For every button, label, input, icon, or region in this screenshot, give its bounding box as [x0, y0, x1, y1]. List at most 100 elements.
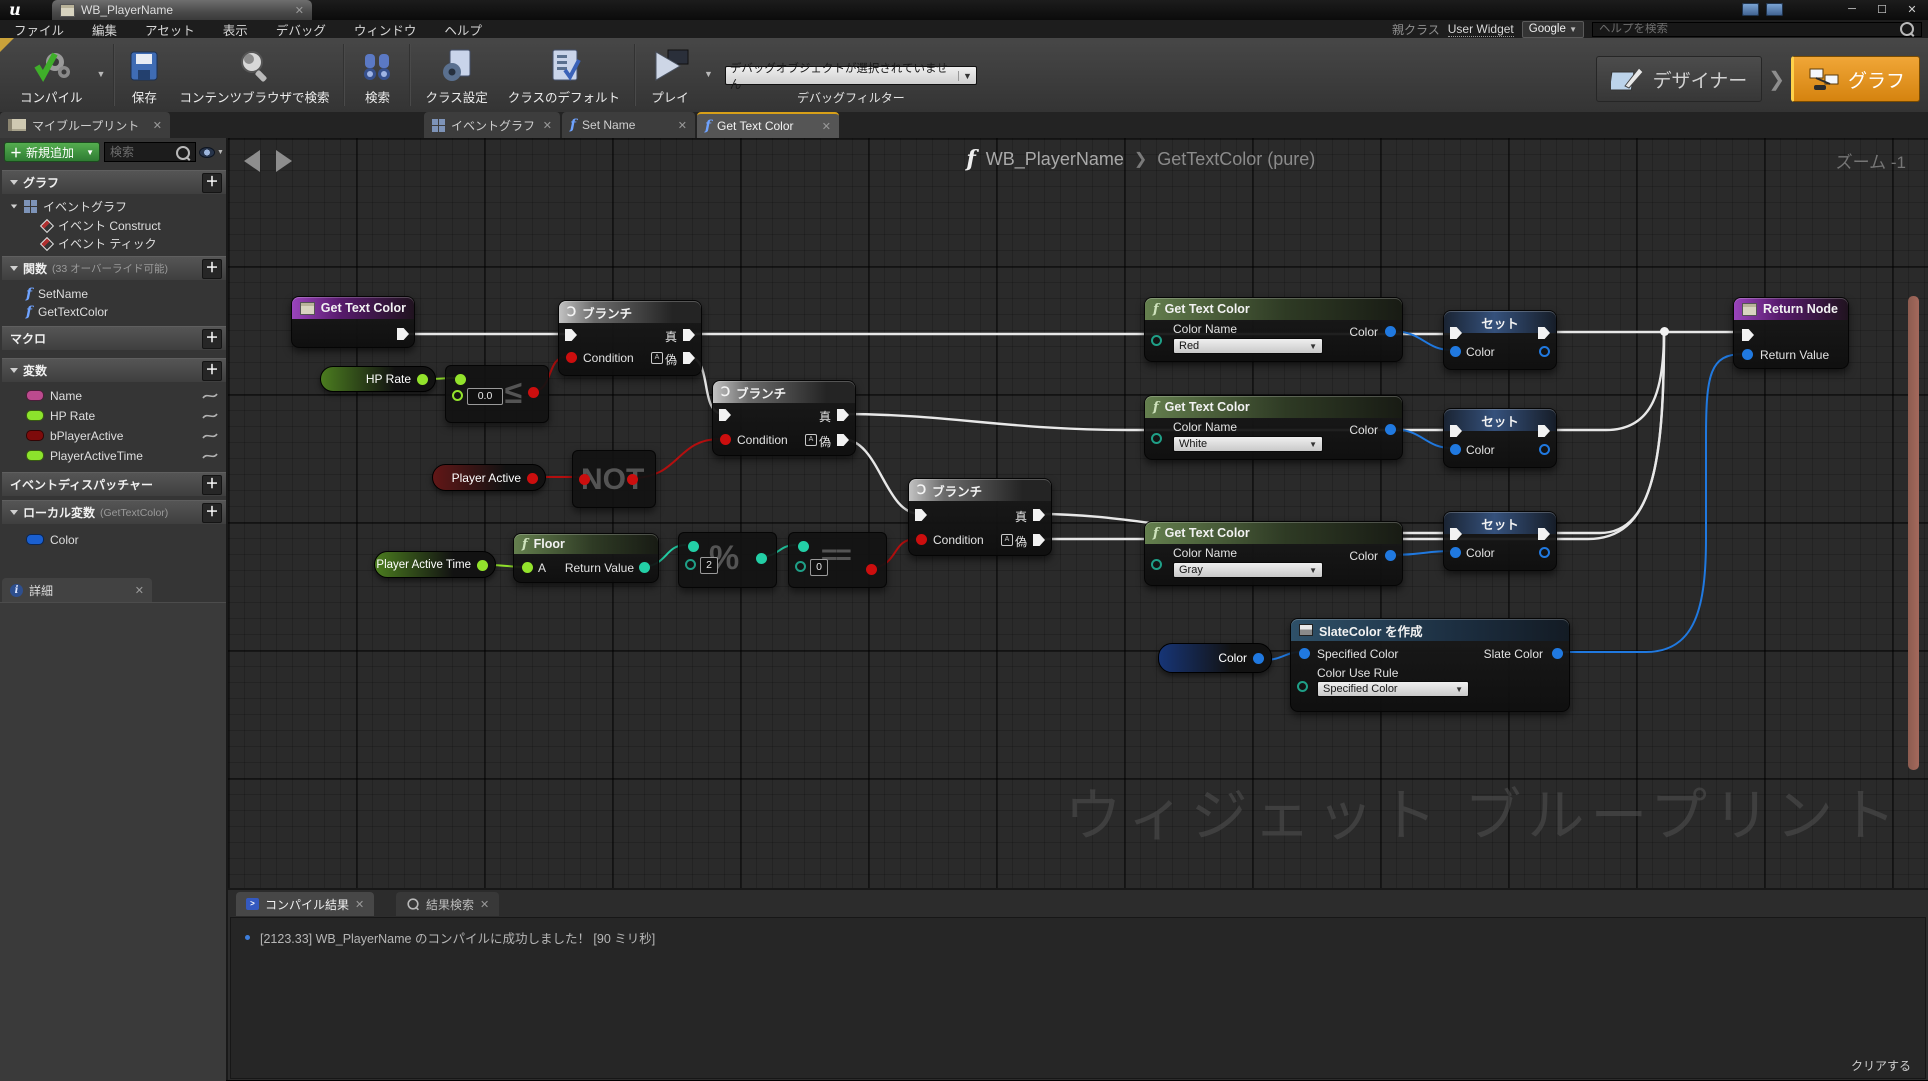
- breadcrumb-current[interactable]: GetTextColor (pure): [1157, 149, 1315, 170]
- add-variable-button[interactable]: ＋: [202, 361, 222, 381]
- section-functions[interactable]: 関数 (33 オーバーライド可能) ＋: [2, 256, 226, 280]
- wire-exec-set3-return[interactable]: [1548, 331, 1664, 533]
- exec-in-pin[interactable]: [565, 329, 577, 341]
- color-out-pin[interactable]: [1385, 550, 1396, 561]
- float-out-pin[interactable]: [417, 374, 428, 385]
- node-function-entry[interactable]: Get Text Color: [291, 296, 415, 348]
- node-get-text-color-red[interactable]: f Get Text Color Color Name Red▼ Color: [1144, 297, 1403, 362]
- compile-button[interactable]: コンパイル: [10, 42, 93, 106]
- color-use-rule-pin[interactable]: [1297, 681, 1308, 692]
- name-in-pin[interactable]: [1151, 335, 1162, 346]
- node-branch-1[interactable]: Ↄ ブランチ Condition 真 A 偽: [558, 300, 702, 376]
- int-in-pin[interactable]: [685, 559, 696, 570]
- node-set-color-3[interactable]: セット Color: [1443, 511, 1557, 571]
- color-in-pin[interactable]: [1450, 346, 1461, 357]
- clear-log-button[interactable]: クリアする: [1851, 1057, 1911, 1074]
- condition-pin[interactable]: [566, 352, 577, 363]
- maximize-button[interactable]: ☐: [1868, 3, 1896, 16]
- node-modulo[interactable]: % 2: [678, 532, 777, 588]
- variable-row-bplayeractive[interactable]: bPlayerActive: [2, 426, 226, 445]
- wire-exec-set2-return[interactable]: [1548, 331, 1664, 430]
- float-in-pin[interactable]: [452, 390, 463, 401]
- designer-mode-button[interactable]: デザイナー: [1596, 56, 1763, 102]
- int-in-pin[interactable]: [795, 561, 806, 572]
- breadcrumb-root[interactable]: WB_PlayerName: [986, 149, 1124, 170]
- tab-get-text-color[interactable]: f Get Text Color ✕: [697, 112, 839, 138]
- exec-in-pin[interactable]: [1742, 329, 1754, 341]
- color-in-pin[interactable]: [1450, 547, 1461, 558]
- node-get-text-color-white[interactable]: f Get Text Color Color Name White▼ Color: [1144, 395, 1403, 460]
- play-options-dropdown[interactable]: ▼: [700, 69, 717, 79]
- false-exec-pin[interactable]: [683, 352, 695, 364]
- node-set-color-2[interactable]: セット Color: [1443, 408, 1557, 468]
- close-icon[interactable]: ✕: [543, 119, 552, 132]
- int-out-pin[interactable]: [639, 562, 650, 573]
- parent-class-link[interactable]: User Widget: [1448, 22, 1514, 37]
- node-equal[interactable]: == 0: [788, 532, 887, 588]
- debug-object-dropdown[interactable]: デバッグオブジェクトが選択されていません▼: [725, 66, 977, 85]
- log-entry[interactable]: [2123.33] WB_PlayerName のコンパイルに成功しました！ […: [245, 928, 655, 947]
- color-out-pin[interactable]: [1385, 424, 1396, 435]
- tab-set-name[interactable]: f Set Name ✕: [562, 112, 695, 138]
- menu-debug[interactable]: デバッグ: [262, 20, 340, 39]
- tree-item-event-tick[interactable]: イベント ティック: [2, 234, 226, 253]
- name-in-pin[interactable]: [1151, 559, 1162, 570]
- int-out-pin[interactable]: [756, 553, 767, 564]
- add-graph-button[interactable]: ＋: [202, 173, 222, 193]
- exec-out-pin[interactable]: [397, 328, 409, 340]
- add-dispatcher-button[interactable]: ＋: [202, 475, 222, 495]
- add-new-button[interactable]: ＋ 新規追加 ▼: [4, 142, 100, 162]
- float-in-pin[interactable]: [522, 562, 533, 573]
- true-exec-pin[interactable]: [837, 409, 849, 421]
- false-exec-pin[interactable]: [837, 434, 849, 446]
- graph-mode-button[interactable]: グラフ: [1791, 56, 1920, 102]
- color-use-rule-dropdown[interactable]: Specified Color▼: [1317, 681, 1469, 697]
- bool-in-pin[interactable]: [579, 474, 590, 485]
- node-get-color-local[interactable]: Color: [1158, 643, 1272, 673]
- save-button[interactable]: 保存: [119, 42, 169, 106]
- document-tab[interactable]: WB_PlayerName ✕: [52, 0, 312, 20]
- slate-color-out-pin[interactable]: [1552, 648, 1563, 659]
- color-name-dropdown[interactable]: Gray▼: [1173, 562, 1323, 578]
- float-out-pin[interactable]: [477, 560, 488, 571]
- minimize-button[interactable]: ─: [1838, 3, 1866, 15]
- variable-row-hp-rate[interactable]: HP Rate: [2, 406, 226, 425]
- variable-row-name[interactable]: Name: [2, 386, 226, 405]
- close-icon[interactable]: ✕: [678, 119, 687, 132]
- bool-out-pin[interactable]: [528, 387, 539, 398]
- reroute-node[interactable]: [1660, 327, 1669, 336]
- variable-row-playeractivetime[interactable]: PlayerActiveTime: [2, 446, 226, 465]
- color-name-dropdown[interactable]: White▼: [1173, 436, 1323, 452]
- color-in-pin[interactable]: [1450, 444, 1461, 455]
- node-branch-2[interactable]: Ↄ ブランチ Condition 真 A 偽: [712, 380, 856, 456]
- node-get-player-active-time[interactable]: Player Active Time: [374, 551, 496, 578]
- class-defaults-button[interactable]: クラスのデフォルト: [498, 42, 630, 106]
- color-out-pin[interactable]: [1539, 346, 1550, 357]
- color-name-dropdown[interactable]: Red▼: [1173, 338, 1323, 354]
- close-icon[interactable]: ✕: [153, 119, 162, 132]
- search-button[interactable]: 検索: [349, 42, 405, 106]
- node-branch-3[interactable]: Ↄ ブランチ Condition 真 A 偽: [908, 478, 1052, 556]
- wire-struct-slatecolor-return[interactable]: [1560, 354, 1743, 652]
- tab-compiler-results[interactable]: > コンパイル結果 ✕: [236, 892, 374, 916]
- tree-item-setname[interactable]: f SetName: [2, 284, 226, 303]
- float-in-pin[interactable]: [455, 374, 466, 385]
- color-out-pin[interactable]: [1539, 444, 1550, 455]
- tree-item-event-graph[interactable]: イベントグラフ: [2, 197, 226, 216]
- menu-asset[interactable]: アセット: [131, 20, 209, 39]
- graph-forward-button[interactable]: [276, 150, 292, 172]
- section-macros[interactable]: マクロ ＋: [2, 326, 226, 350]
- section-graphs[interactable]: グラフ ＋: [2, 170, 226, 194]
- visibility-toggle-icon[interactable]: [202, 412, 218, 420]
- tab-event-graph[interactable]: イベントグラフ ✕: [424, 112, 560, 138]
- help-search-input[interactable]: [1592, 22, 1922, 37]
- bool-out-pin[interactable]: [866, 564, 877, 575]
- node-get-hp-rate[interactable]: HP Rate: [320, 366, 436, 392]
- compile-options-dropdown[interactable]: ▼: [93, 69, 110, 79]
- add-macro-button[interactable]: ＋: [202, 329, 222, 349]
- node-less-equal[interactable]: ≤ 0.0: [445, 365, 549, 423]
- visibility-toggle-icon[interactable]: [202, 392, 218, 400]
- tab-find-results[interactable]: 結果検索 ✕: [396, 892, 499, 916]
- menu-help[interactable]: ヘルプ: [430, 20, 496, 39]
- color-out-pin[interactable]: [1385, 326, 1396, 337]
